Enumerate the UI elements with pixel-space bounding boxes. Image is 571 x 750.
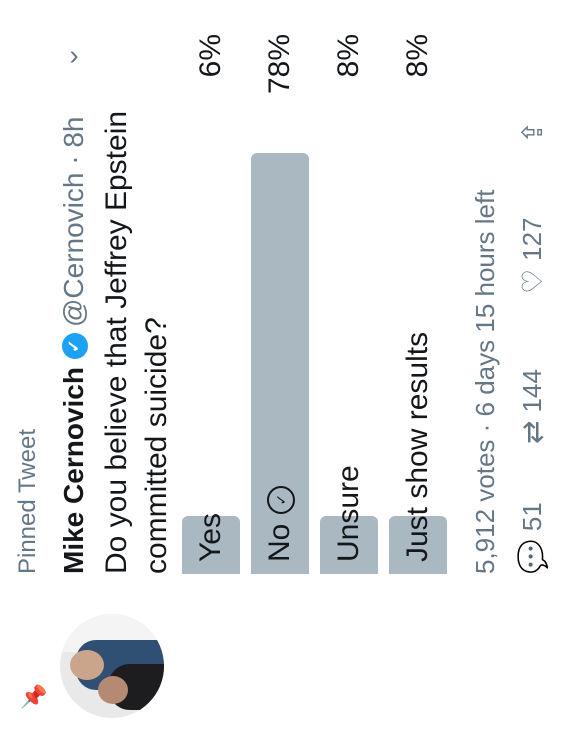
poll-option-unsure[interactable]: Unsure 8% — [320, 34, 378, 574]
poll-option-yes[interactable]: Yes 6% — [182, 34, 240, 574]
reply-button[interactable]: 💬 51 — [512, 502, 552, 574]
poll-option-label: Yes — [194, 513, 227, 562]
author-name[interactable]: Mike Cernovich — [58, 367, 90, 574]
poll-option-percent: 8% — [332, 34, 365, 78]
like-count: 127 — [516, 217, 547, 261]
poll-option-show-results[interactable]: Just show results 8% — [389, 34, 447, 574]
poll-option-label: Unsure — [332, 465, 365, 562]
tweet-text: Do you believe that Jeffrey Epstein — [100, 110, 133, 574]
avatar[interactable] — [60, 614, 164, 718]
tweet-text: committed suicide? — [140, 317, 173, 574]
poll-votes-summary: 5,912 votes · 6 days 15 hours left — [470, 189, 500, 574]
poll-option-percent: 6% — [194, 34, 227, 78]
chevron-down-icon[interactable]: › — [69, 39, 78, 71]
poll-option-no[interactable]: No ✓ 78% — [251, 34, 309, 574]
retweet-button[interactable]: ⇄ 144 — [512, 369, 552, 444]
reply-count: 51 — [516, 502, 547, 532]
retweet-icon: ⇄ — [516, 420, 548, 444]
heart-icon: ♡ — [516, 268, 548, 294]
retweet-count: 144 — [516, 369, 547, 413]
author-handle[interactable]: @Cernovich · 8h — [58, 116, 90, 327]
reply-icon: 💬 — [516, 539, 548, 574]
poll-option-percent: 78% — [263, 34, 296, 95]
avatar-person-head — [98, 676, 128, 704]
pin-icon: 📌 — [20, 684, 48, 709]
pinned-label: Pinned Tweet — [14, 429, 41, 574]
verified-badge-icon: ✓ — [62, 333, 88, 359]
poll-option-label: No — [263, 523, 296, 562]
check-circle-icon: ✓ — [267, 485, 296, 514]
tweet-card[interactable]: 📌 Pinned Tweet Mike Cernovich ✓ @Cernovi… — [0, 0, 571, 750]
share-icon: ⇪ — [516, 120, 548, 144]
avatar-person-head — [70, 650, 104, 680]
share-button[interactable]: ⇪ — [512, 113, 552, 144]
like-button[interactable]: ♡ 127 — [512, 218, 552, 295]
poll-option-percent: 8% — [401, 34, 434, 78]
poll-option-label: Just show results — [401, 331, 434, 562]
poll-option-label-wrap: No ✓ — [263, 485, 297, 562]
